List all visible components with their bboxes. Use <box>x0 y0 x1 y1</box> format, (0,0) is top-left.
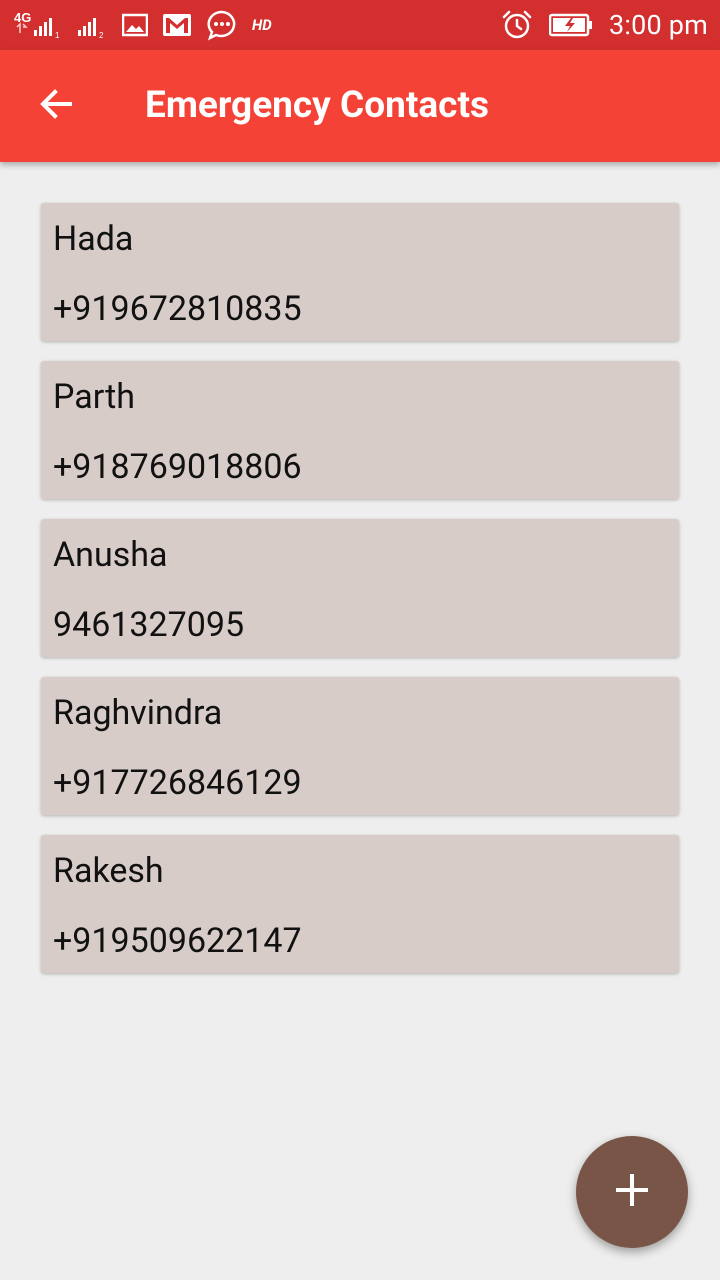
back-button[interactable] <box>26 80 86 132</box>
svg-text:1: 1 <box>55 31 60 40</box>
svg-text:2: 2 <box>99 31 104 40</box>
status-bar: 4G 1 2 HD 3:00 pm <box>0 0 720 50</box>
contact-card[interactable]: Anusha 9461327095 <box>41 519 679 657</box>
signal-sim1-icon: 4G 1 <box>14 10 62 40</box>
contact-card[interactable]: Hada +919672810835 <box>41 203 679 341</box>
app-bar: Emergency Contacts <box>0 50 720 162</box>
hd-label: HD <box>252 16 272 34</box>
contact-name: Parth <box>53 377 135 417</box>
signal-sim2-icon: 2 <box>76 10 108 40</box>
contact-name: Hada <box>53 219 134 259</box>
add-contact-button[interactable] <box>576 1136 688 1248</box>
contact-phone: +918769018806 <box>53 447 302 487</box>
contact-name: Raghvindra <box>53 693 223 733</box>
message-icon <box>206 9 238 41</box>
contact-card[interactable]: Parth +918769018806 <box>41 361 679 499</box>
add-icon <box>615 1173 649 1211</box>
contact-phone: +919672810835 <box>53 289 302 329</box>
contact-card[interactable]: Raghvindra +917726846129 <box>41 677 679 815</box>
gmail-icon <box>162 13 192 37</box>
contact-list: Hada +919672810835 Parth +918769018806 A… <box>41 203 679 993</box>
back-arrow-icon <box>38 86 74 126</box>
status-bar-left: 4G 1 2 HD <box>14 8 272 42</box>
contact-phone: +917726846129 <box>53 763 302 803</box>
gallery-icon <box>122 13 148 37</box>
contact-name: Rakesh <box>53 851 164 891</box>
network-type-label: 4G <box>14 10 31 25</box>
page-title: Emergency Contacts <box>145 84 489 127</box>
alarm-icon <box>501 9 533 41</box>
contact-phone: +919509622147 <box>53 921 302 961</box>
status-time: 3:00 pm <box>609 9 708 41</box>
battery-charging-icon <box>549 13 593 37</box>
contact-phone: 9461327095 <box>53 605 245 645</box>
contact-card[interactable]: Rakesh +919509622147 <box>41 835 679 973</box>
contact-name: Anusha <box>53 535 168 575</box>
status-bar-right: 3:00 pm <box>501 6 708 44</box>
